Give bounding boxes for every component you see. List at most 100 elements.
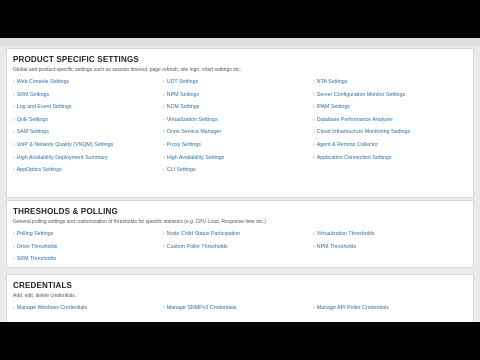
settings-link[interactable]: › High Availability Settings [163,155,224,162]
settings-link[interactable]: › Database Performance Analyzer [313,117,393,124]
settings-link-label: High Availability Deployment Summary [16,154,108,161]
settings-link[interactable]: › Custom Poller Thresholds [163,244,228,251]
settings-link-label: Proxy Settings [166,142,201,148]
settings-page: PRODUCT SPECIFIC SETTINGS Global and pro… [0,38,480,322]
settings-link-label: CLI Settings [166,167,196,174]
mouse-cursor-icon [328,84,334,92]
chevron-right-icon: › [13,256,15,263]
thresholds-panel: THRESHOLDS & POLLING General polling set… [6,200,474,268]
chevron-right-icon: › [163,243,165,250]
settings-link-label: Cloud Infrastructure Monitoring Settings [316,129,411,136]
settings-link-label: SRM Settings [16,91,50,98]
chevron-right-icon: › [13,167,15,174]
settings-link-label: Orion Service Manager [166,129,222,136]
chevron-right-icon: › [13,104,15,111]
chevron-right-icon: › [313,104,315,111]
chevron-right-icon: › [13,129,15,136]
settings-link-label: Log and Event Settings [16,104,72,111]
settings-link[interactable]: › Polling Settings [13,231,53,238]
settings-link-label: VoIP & Network Quality (VNQM) Settings [16,142,114,148]
settings-link[interactable]: › SAM Settings [13,129,49,136]
chevron-right-icon: › [163,129,165,136]
chevron-right-icon: › [163,142,165,148]
product-settings-panel: PRODUCT SPECIFIC SETTINGS Global and pro… [6,48,474,198]
settings-link-label: Polling Settings [16,231,54,237]
settings-link[interactable]: › Server Configuration Monitor Settings [313,92,405,99]
settings-link-label: High Availability Settings [166,154,225,161]
settings-link[interactable]: › NPM Settings [163,92,199,99]
settings-link[interactable]: › Proxy Settings [163,142,201,149]
settings-link[interactable]: › Application Connection Settings [313,155,392,162]
settings-link[interactable]: › SRM Thresholds [13,256,56,263]
settings-link[interactable]: › SRM Settings [13,92,49,99]
credentials-panel: CREDENTIALS Add, edit, delete credential… [6,274,474,322]
section-title: PRODUCT SPECIFIC SETTINGS [13,55,139,64]
chevron-right-icon: › [163,116,165,123]
settings-link-label: AppOptics Settings [16,167,62,174]
settings-link-label: SRM Thresholds [16,256,57,263]
settings-link[interactable]: › Orion Thresholds [13,244,57,251]
chevron-right-icon: › [163,167,165,174]
chevron-right-icon: › [13,154,15,161]
section-description: Global and product-specific settings suc… [13,67,242,73]
chevron-right-icon: › [13,243,15,250]
settings-link-label: Orion Thresholds [16,243,58,250]
settings-link-label: Manage Windows Credentials [16,305,88,311]
settings-link[interactable]: › QoE Settings [13,117,48,124]
settings-link[interactable]: › Manage API Poller Credentials [313,305,389,312]
chevron-right-icon: › [313,129,315,136]
settings-link-label: Database Performance Analyzer [316,116,394,123]
settings-link[interactable]: › AppOptics Settings [13,167,62,174]
chevron-right-icon: › [313,154,315,161]
settings-link-label: Virtualization Thresholds [316,231,375,237]
chevron-right-icon: › [313,116,315,123]
settings-link[interactable]: › UDT Settings [163,79,198,86]
settings-link-label: Custom Poller Thresholds [166,243,228,250]
settings-link[interactable]: › Virtualization Thresholds [313,231,375,238]
settings-link[interactable]: › Log and Event Settings [13,104,72,111]
chevron-right-icon: › [163,104,165,111]
settings-link[interactable]: › Web Console Settings [13,79,69,86]
settings-link-label: NPM Thresholds [316,243,357,250]
settings-link[interactable]: › Node Child Status Participation [163,231,240,238]
settings-link-label: UDT Settings [166,79,199,85]
chevron-right-icon: › [163,154,165,161]
settings-link-label: IPAM Settings [316,104,350,111]
chevron-right-icon: › [13,91,15,98]
chevron-right-icon: › [13,231,15,237]
settings-link[interactable]: › NCM Settings [163,104,199,111]
chevron-right-icon: › [163,231,165,237]
settings-link-label: Virtualization Settings [166,116,218,123]
settings-link[interactable]: › Manage Windows Credentials [13,305,87,312]
settings-link[interactable]: › High Availability Deployment Summary [13,155,108,162]
chevron-right-icon: › [13,142,15,148]
chevron-right-icon: › [313,142,315,148]
chevron-right-icon: › [313,79,315,85]
chevron-right-icon: › [163,91,165,98]
chevron-right-icon: › [163,79,165,85]
chevron-right-icon: › [313,231,315,237]
settings-link-label: Agent & Remote Collector [316,142,379,148]
chevron-right-icon: › [13,116,15,123]
settings-link-label: Manage API Poller Credentials [316,305,389,311]
settings-link[interactable]: › CLI Settings [163,167,196,174]
settings-link[interactable]: › VoIP & Network Quality (VNQM) Settings [13,142,113,149]
settings-link[interactable]: › Orion Service Manager [163,129,221,136]
chevron-right-icon: › [13,305,15,311]
chevron-right-icon: › [13,79,15,85]
section-description: General polling settings and customizati… [13,219,266,225]
settings-link[interactable]: › IPAM Settings [313,104,350,111]
chevron-right-icon: › [313,91,315,98]
settings-link[interactable]: › Cloud Infrastructure Monitoring Setting… [313,129,410,136]
settings-link-label: SAM Settings [16,129,49,136]
settings-link[interactable]: › NPM Thresholds [313,244,356,251]
settings-link[interactable]: › Agent & Remote Collector [313,142,378,149]
settings-link-label: Node Child Status Participation [166,231,241,237]
chevron-right-icon: › [163,305,165,311]
top-bar [0,38,480,46]
settings-link[interactable]: › Manage SNMPv3 Credentials [163,305,237,312]
chevron-right-icon: › [313,243,315,250]
settings-link-label: Web Console Settings [16,79,70,85]
settings-link-label: NPM Settings [166,91,200,98]
settings-link[interactable]: › Virtualization Settings [163,117,218,124]
